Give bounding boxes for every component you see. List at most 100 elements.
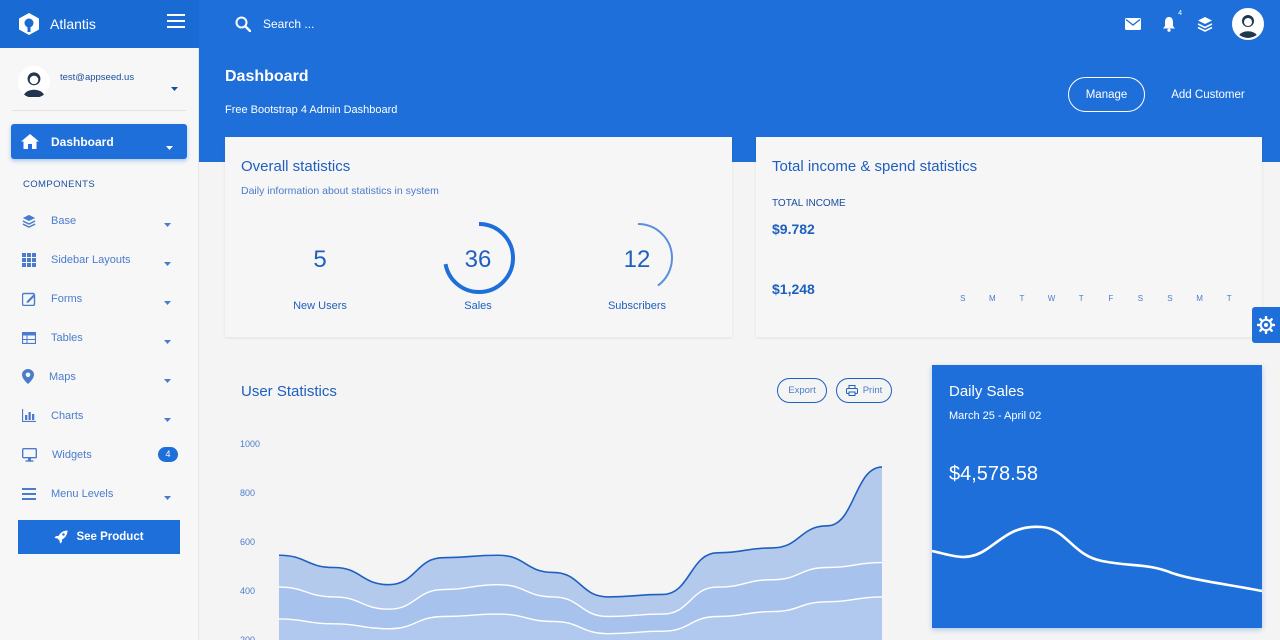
brand-icon [19, 13, 39, 35]
desktop-icon [22, 447, 37, 462]
sidebar-nav: Base Sidebar Layouts Forms Tables Maps C… [0, 201, 199, 513]
y-tick-label: 400 [240, 586, 256, 596]
grid-icon [22, 252, 36, 267]
day-label: M [989, 294, 996, 303]
notification-count: 4 [1178, 10, 1182, 17]
sidebar-item-label: Tables [51, 331, 83, 344]
stat-label: Subscribers [607, 300, 667, 312]
chevron-down-icon [164, 374, 171, 386]
search-bar [235, 16, 423, 32]
profile-avatar[interactable] [1232, 8, 1264, 40]
print-label: Print [862, 385, 883, 396]
sidebar-item-dashboard[interactable]: Dashboard [11, 124, 187, 159]
sidebar-item-label: Charts [51, 409, 84, 422]
day-label: T [1078, 294, 1084, 303]
bell-icon[interactable]: 4 [1160, 10, 1182, 33]
chevron-down-icon [164, 491, 171, 503]
brand-logo[interactable]: Atlantis [18, 12, 96, 36]
bars-icon [22, 487, 36, 500]
sidebar-item-base[interactable]: Base [0, 201, 199, 240]
user-box[interactable]: test@appseed.us [18, 64, 180, 100]
chevron-down-icon [164, 296, 171, 308]
total-income-label: TOTAL INCOME [772, 198, 846, 209]
y-tick-label: 1000 [240, 439, 261, 449]
daily-sales-sparkline [932, 525, 1262, 593]
user-statistics-chart [278, 466, 883, 640]
chevron-down-icon [164, 257, 171, 269]
logo-bar: Atlantis [0, 0, 199, 48]
daily-sales-card: Daily Sales March 25 - April 02 $4,578.5… [932, 365, 1262, 628]
day-label: F [1108, 294, 1114, 303]
add-customer-button[interactable]: Add Customer [1158, 77, 1258, 112]
stat-value: 12 [623, 246, 651, 273]
user-statistics-title: User Statistics [241, 383, 337, 400]
sidebar-item-tables[interactable]: Tables [0, 318, 199, 357]
weekday-labels: S M T W T F S S M T [948, 294, 1244, 303]
day-label: S [960, 294, 966, 303]
sidebar: test@appseed.us Dashboard COMPONENTS Bas… [0, 48, 199, 640]
chevron-down-icon[interactable] [171, 78, 178, 96]
y-tick-label: 600 [240, 537, 256, 547]
widgets-badge: 4 [158, 447, 178, 462]
sidebar-item-menu-levels[interactable]: Menu Levels [0, 474, 199, 513]
envelope-icon[interactable] [1124, 15, 1142, 33]
manage-button[interactable]: Manage [1068, 77, 1145, 112]
sidebar-item-widgets[interactable]: Widgets 4 [0, 435, 199, 474]
menu-toggle-icon[interactable] [167, 14, 185, 33]
sidebar-item-label: Forms [51, 292, 83, 305]
sidebar-item-label: Menu Levels [51, 487, 114, 500]
stat-label: Sales [464, 300, 492, 312]
sidebar-item-label: Widgets [52, 448, 92, 461]
day-label: T [1019, 294, 1025, 303]
search-icon[interactable] [235, 16, 251, 32]
user-avatar [18, 66, 50, 98]
page-subtitle: Free Bootstrap 4 Admin Dashboard [225, 104, 398, 116]
chevron-down-icon [166, 139, 173, 153]
chevron-down-icon [164, 335, 171, 347]
section-title: COMPONENTS [23, 179, 96, 190]
printer-icon [845, 385, 858, 396]
overall-statistics-subtitle: Daily information about statistics in sy… [241, 185, 439, 197]
map-marker-icon [22, 369, 34, 384]
sidebar-item-label: Base [51, 214, 77, 227]
sidebar-item-maps[interactable]: Maps [0, 357, 199, 396]
day-label: S [1137, 294, 1144, 303]
divider [12, 110, 186, 111]
rocket-icon [54, 530, 68, 544]
daily-sales-amount: $4,578.58 [949, 463, 1038, 485]
daily-sales-title: Daily Sales [949, 383, 1025, 400]
daily-sales-date-range: March 25 - April 02 [949, 410, 1042, 422]
bar-chart-icon [22, 409, 36, 422]
layers-icon [22, 214, 36, 228]
top-navbar: 4 [199, 0, 1280, 48]
overall-statistics-title: Overall statistics [241, 158, 351, 175]
sidebar-item-label: Maps [49, 370, 76, 383]
settings-gear-icon[interactable] [1252, 307, 1280, 343]
stat-value: 5 [313, 246, 327, 273]
top-icons: 4 [1124, 8, 1264, 40]
print-button[interactable]: Print [836, 378, 892, 403]
user-email: test@appseed.us [60, 71, 135, 83]
sidebar-item-sidebar-layouts[interactable]: Sidebar Layouts [0, 240, 199, 279]
chevron-down-icon [164, 413, 171, 425]
search-input[interactable] [263, 17, 423, 31]
see-product-label: See Product [76, 531, 144, 543]
income-statistics-title: Total income & spend statistics [772, 158, 978, 175]
y-tick-label: 200 [240, 635, 256, 640]
day-label: T [1226, 294, 1232, 303]
sidebar-item-label: Dashboard [51, 134, 114, 149]
export-button[interactable]: Export [777, 378, 827, 403]
chevron-down-icon [164, 218, 171, 230]
sidebar-item-charts[interactable]: Charts [0, 396, 199, 435]
sidebar-item-forms[interactable]: Forms [0, 279, 199, 318]
see-product-button[interactable]: See Product [18, 520, 180, 554]
total-income-value: $9.782 [772, 221, 815, 237]
sidebar-item-label: Sidebar Layouts [51, 253, 131, 266]
brand-name: Atlantis [50, 16, 96, 32]
layers-icon[interactable] [1196, 15, 1214, 33]
total-spend-value: $1,248 [772, 281, 815, 297]
day-label: M [1196, 294, 1203, 303]
stat-value: 36 [464, 246, 492, 273]
home-icon [21, 134, 39, 149]
y-tick-label: 800 [240, 488, 256, 498]
